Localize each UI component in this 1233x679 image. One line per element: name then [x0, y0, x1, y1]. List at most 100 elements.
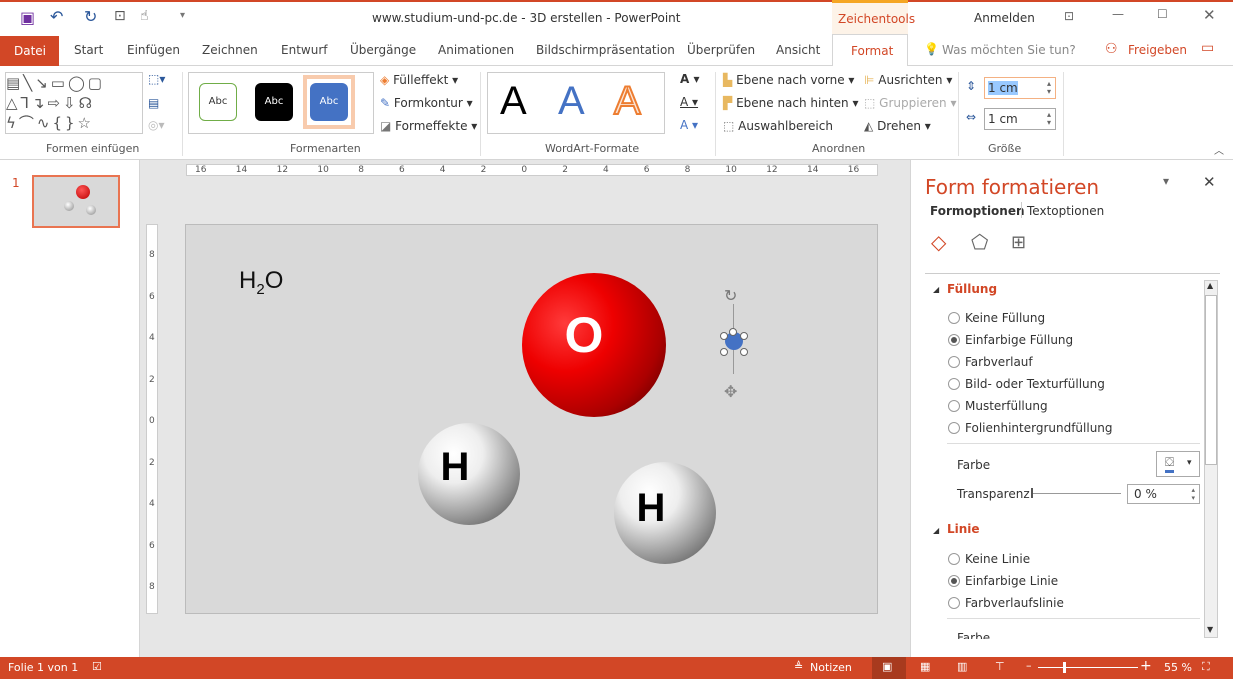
fill-radio[interactable] [948, 334, 960, 346]
minimize-icon[interactable]: — [1112, 7, 1124, 21]
height-input[interactable]: 1 cm ▴ ▾ [984, 77, 1056, 99]
fill-radio[interactable] [948, 378, 960, 390]
fill-radio[interactable] [948, 312, 960, 324]
textbox-icon[interactable]: ▤ [148, 96, 159, 110]
fill-effect-button[interactable]: ◈ Fülleffekt ▾ [380, 73, 458, 87]
signin-button[interactable]: Anmelden [974, 11, 1035, 25]
formula-textbox[interactable]: H2O [239, 267, 283, 298]
customize-icon[interactable]: ▾ [180, 10, 185, 21]
line-option-label[interactable]: Farbverlaufslinie [965, 596, 1064, 610]
fill-radio[interactable] [948, 422, 960, 434]
pane-close-icon[interactable]: ✕ [1203, 173, 1216, 191]
rotate-button[interactable]: ◭ Drehen ▾ [864, 119, 931, 133]
zoom-in-icon[interactable]: + [1140, 658, 1152, 674]
bring-forward-button[interactable]: ▙ Ebene nach vorne ▾ [723, 73, 854, 87]
style-sample[interactable]: Abc [255, 83, 293, 121]
tab-textoptionen[interactable]: Textoptionen [1027, 204, 1104, 218]
wordart-sample[interactable]: A [500, 79, 527, 124]
slide[interactable]: H2O O H H ↻ ✥ [185, 224, 878, 614]
section-line[interactable]: Linie [947, 522, 980, 536]
fill-option-label[interactable]: Einfarbige Füllung [965, 333, 1073, 347]
fill-line-icon[interactable]: ◇ [931, 230, 946, 254]
oxygen-atom[interactable]: O [522, 273, 666, 417]
reading-view-icon[interactable]: ▥ [957, 660, 967, 673]
size-properties-icon[interactable]: ⊞ [1011, 232, 1026, 253]
normal-view-button[interactable]: ▣ [872, 657, 906, 679]
scroll-down-icon[interactable]: ▼ [1207, 625, 1213, 634]
transparency-input[interactable]: 0 % ▴ ▾ [1127, 484, 1200, 504]
fill-option-label[interactable]: Folienhintergrundfüllung [965, 421, 1113, 435]
close-icon[interactable]: ✕ [1203, 6, 1216, 24]
line-option-label[interactable]: Einfarbige Linie [965, 574, 1058, 588]
collapse-icon[interactable]: ◢ [933, 285, 939, 294]
shapes-gallery[interactable]: ▤╲↘▭◯▢ △⅂↴⇨⇩☊ ϟ⌒∿{}☆ [5, 72, 143, 134]
line-radio[interactable] [948, 553, 960, 565]
collapse-icon[interactable]: ◢ [933, 526, 939, 535]
ribbon-display-icon[interactable]: ⊡ [1064, 9, 1074, 23]
tab-zeichnen[interactable]: Zeichnen [202, 43, 258, 57]
scroll-thumb[interactable] [1205, 295, 1217, 465]
fill-color-button[interactable]: ⛋ ▾ [1156, 451, 1200, 477]
text-effects-icon[interactable]: A ▾ [680, 118, 698, 132]
wordart-sample[interactable]: A [613, 78, 642, 124]
pane-scrollbar[interactable]: ▲ ▼ [1204, 280, 1218, 638]
rotate-handle-icon[interactable]: ↻ [724, 286, 737, 305]
style-sample[interactable]: Abc [199, 83, 237, 121]
edit-shape-icon[interactable]: ⬚▾ [148, 72, 165, 86]
style-sample-selected[interactable]: Abc [310, 83, 348, 121]
tab-entwurf[interactable]: Entwurf [281, 43, 327, 57]
line-radio[interactable] [948, 575, 960, 587]
scroll-up-icon[interactable]: ▲ [1207, 281, 1213, 290]
zoom-out-icon[interactable]: – [1026, 659, 1032, 672]
tab-animationen[interactable]: Animationen [438, 43, 514, 57]
zoom-level[interactable]: 55 % [1164, 661, 1192, 674]
notes-button[interactable]: Notizen [810, 661, 852, 674]
zoom-slider[interactable] [1038, 662, 1138, 673]
tab-uebergaenge[interactable]: Übergänge [350, 43, 416, 57]
fill-option-label[interactable]: Keine Füllung [965, 311, 1045, 325]
redo-icon[interactable]: ↻ [84, 7, 97, 26]
fill-radio[interactable] [948, 400, 960, 412]
collapse-ribbon-icon[interactable]: ︿ [1214, 142, 1224, 157]
move-icon[interactable]: ✥ [724, 382, 737, 401]
fill-radio[interactable] [948, 356, 960, 368]
slideshow-icon[interactable]: ⊤ [995, 660, 1005, 673]
line-option-label[interactable]: Keine Linie [965, 552, 1030, 566]
fill-option-label[interactable]: Farbverlauf [965, 355, 1033, 369]
effects-pentagon-icon[interactable]: ⬠ [971, 230, 988, 254]
send-backward-button[interactable]: ▛ Ebene nach hinten ▾ [723, 96, 859, 110]
hydrogen-atom[interactable]: H [614, 462, 716, 564]
hydrogen-atom[interactable]: H [418, 423, 520, 525]
presentation-icon[interactable]: ⊡ [114, 8, 126, 24]
tab-ansicht[interactable]: Ansicht [776, 43, 820, 57]
text-fill-icon[interactable]: A ▾ [680, 72, 700, 86]
wordart-sample[interactable]: A [558, 79, 585, 124]
touch-mode-icon[interactable]: ☝ [140, 8, 149, 24]
outline-button[interactable]: ✎ Formkontur ▾ [380, 96, 473, 110]
align-button[interactable]: ⊫ Ausrichten ▾ [864, 73, 952, 87]
fit-to-window-icon[interactable]: ⛶ [1202, 660, 1210, 674]
tab-bildschirmpraesentation[interactable]: Bildschirmpräsentation [536, 43, 675, 57]
effects-button[interactable]: ◪ Formeffekte ▾ [380, 119, 477, 133]
slide-sorter-icon[interactable]: ▦ [920, 660, 930, 673]
fill-option-label[interactable]: Bild- oder Texturfüllung [965, 377, 1105, 391]
slide-thumbnail[interactable] [32, 175, 120, 228]
selection-pane-button[interactable]: ⬚ Auswahlbereich [723, 119, 833, 133]
tell-me-input[interactable]: Was möchten Sie tun? [942, 43, 1076, 57]
tab-format[interactable]: Format [832, 34, 908, 67]
tab-ueberpruefen[interactable]: Überprüfen [687, 43, 755, 57]
spellcheck-icon[interactable]: ☑ [92, 660, 102, 673]
line-radio[interactable] [948, 597, 960, 609]
maximize-icon[interactable]: ☐ [1157, 7, 1168, 21]
tab-start[interactable]: Start [74, 43, 103, 57]
selected-shape[interactable]: ↻ ✥ [720, 286, 748, 401]
tab-einfuegen[interactable]: Einfügen [127, 43, 180, 57]
pane-options-icon[interactable]: ▾ [1163, 174, 1169, 188]
section-fill[interactable]: Füllung [947, 282, 997, 296]
text-outline-icon[interactable]: A ▾ [680, 95, 698, 109]
save-icon[interactable]: ▣ [20, 8, 35, 27]
share-button[interactable]: Freigeben [1128, 43, 1187, 57]
undo-icon[interactable]: ↶ [50, 7, 63, 26]
tab-datei[interactable]: Datei [0, 36, 59, 66]
width-input[interactable]: 1 cm ▴ ▾ [984, 108, 1056, 130]
